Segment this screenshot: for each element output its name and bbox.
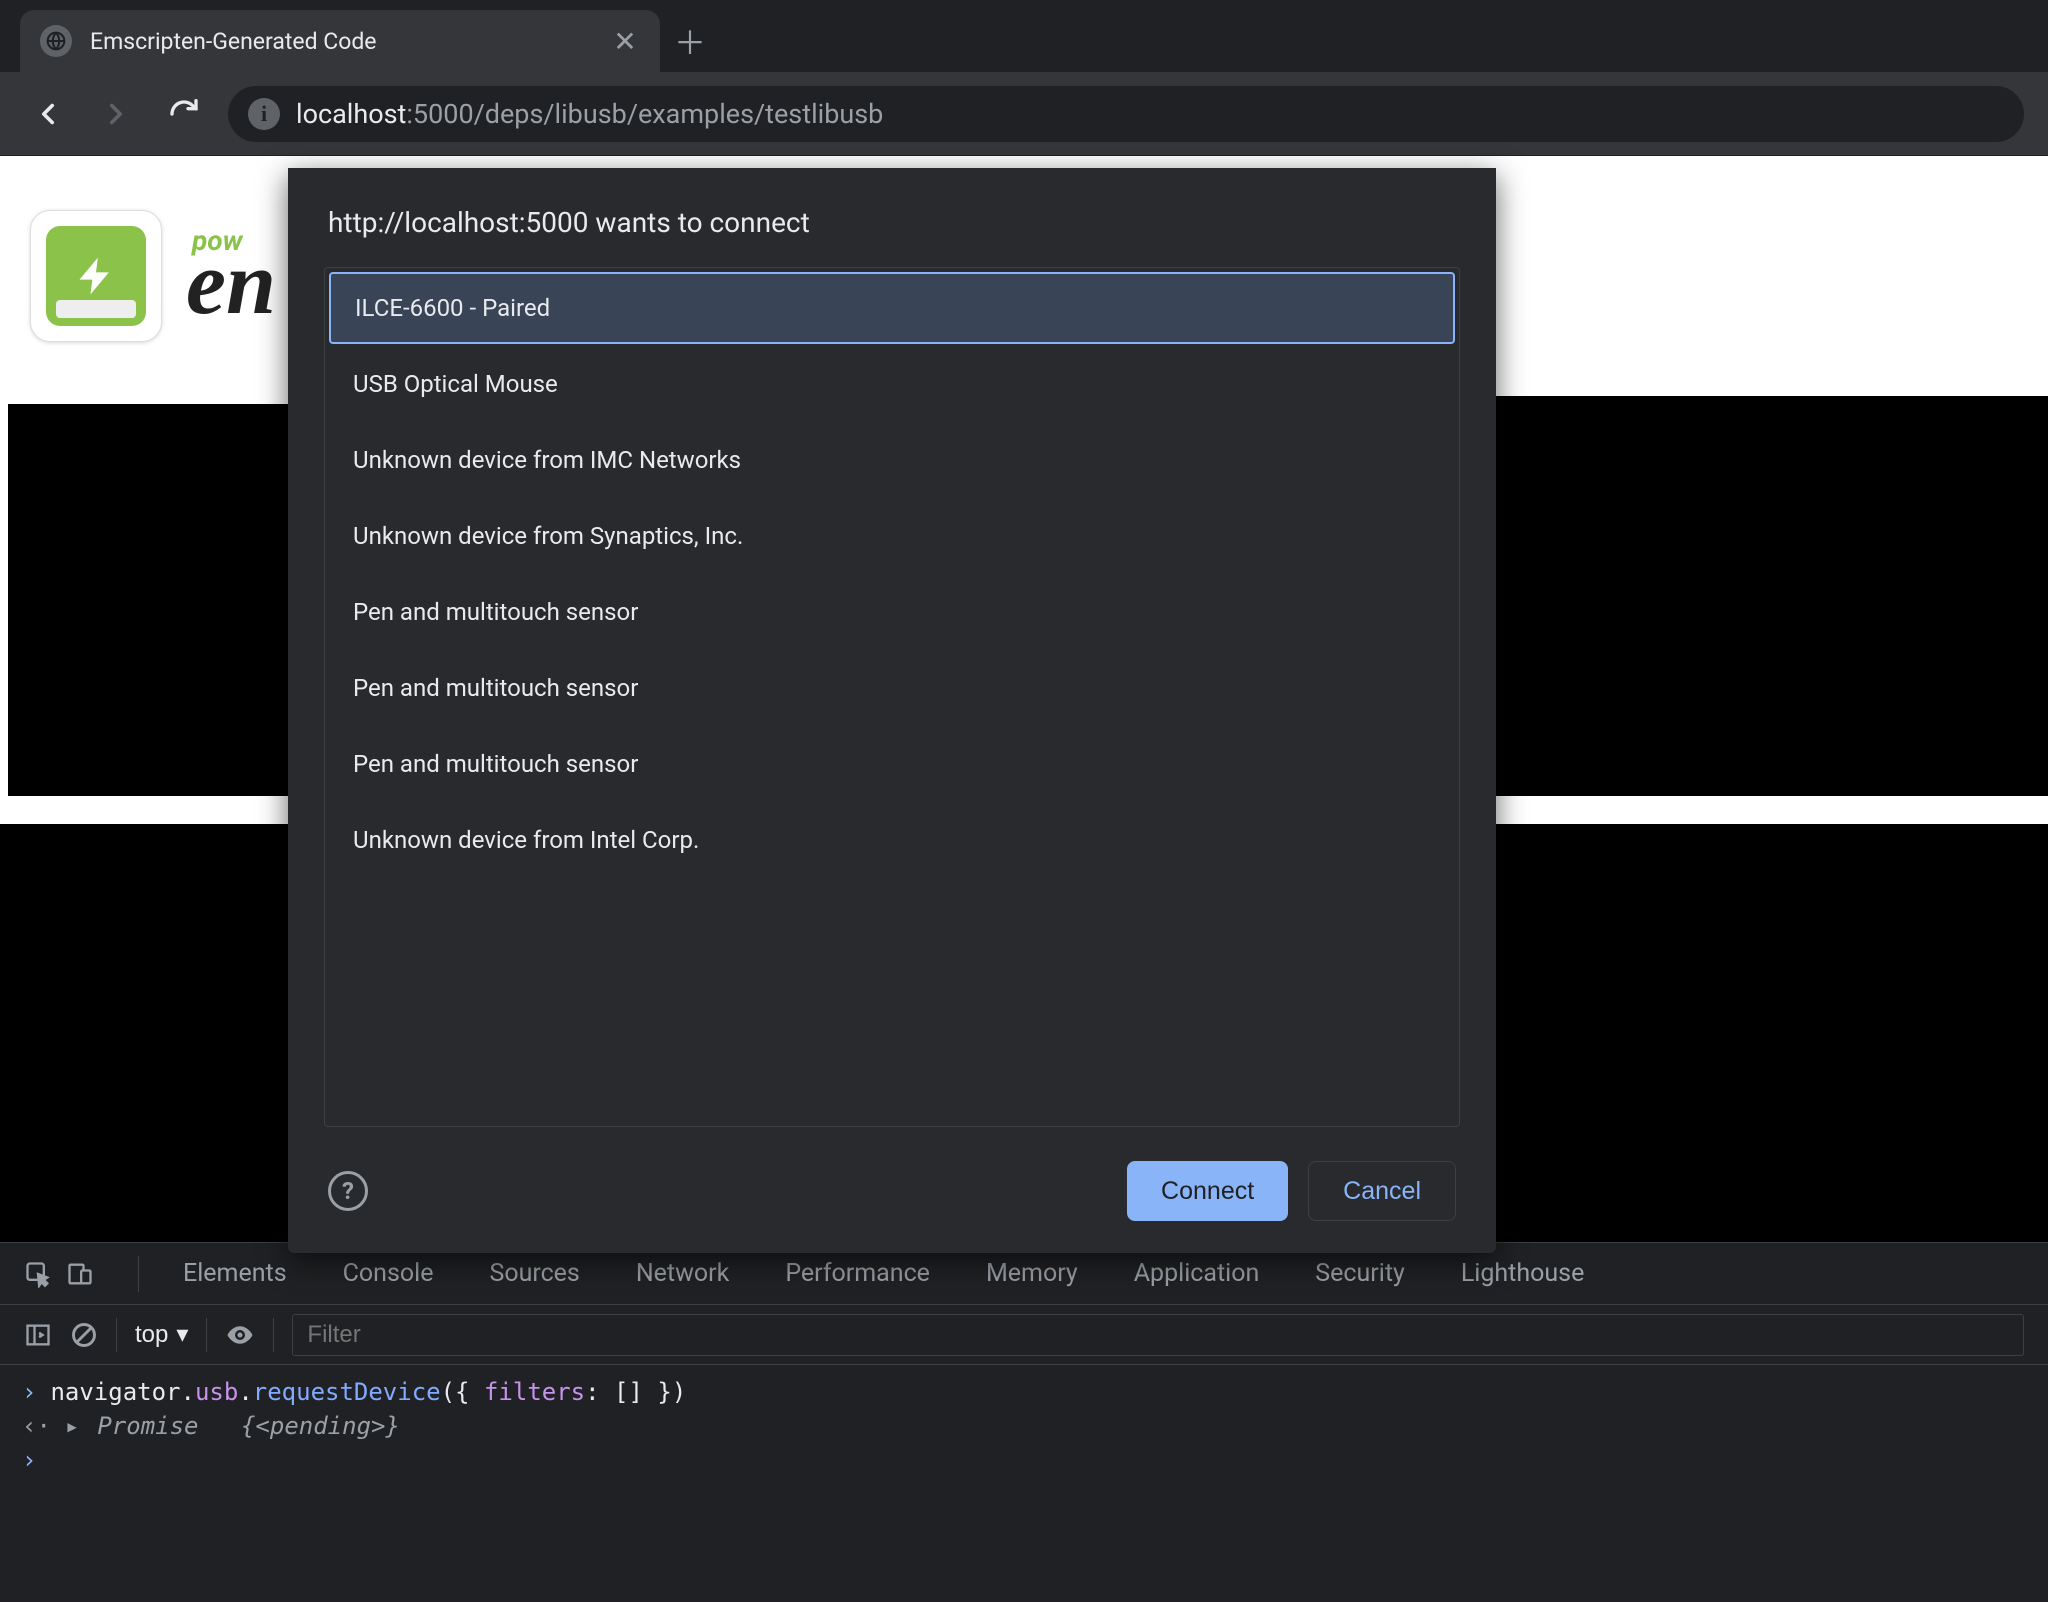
device-item[interactable]: Unknown device from Synaptics, Inc.: [325, 500, 1459, 572]
chevron-down-icon: ▾: [176, 1320, 188, 1349]
tab-title: Emscripten-Generated Code: [90, 28, 592, 55]
context-selector[interactable]: top ▾: [135, 1320, 188, 1349]
devtools-tab-elements[interactable]: Elements: [183, 1259, 287, 1288]
device-item[interactable]: Unknown device from IMC Networks: [325, 424, 1459, 496]
connect-button[interactable]: Connect: [1127, 1161, 1288, 1221]
browser-tab[interactable]: Emscripten-Generated Code ✕: [20, 10, 660, 72]
devtools-tab-console[interactable]: Console: [343, 1259, 434, 1288]
live-expression-icon[interactable]: [225, 1320, 255, 1350]
tab-strip: Emscripten-Generated Code ✕ ＋: [0, 0, 2048, 72]
new-tab-button[interactable]: ＋: [660, 10, 720, 72]
devtools-tab-memory[interactable]: Memory: [986, 1259, 1078, 1288]
filter-input[interactable]: [292, 1314, 2024, 1356]
device-item[interactable]: Pen and multitouch sensor: [325, 652, 1459, 724]
help-icon[interactable]: ?: [328, 1171, 368, 1211]
cancel-button[interactable]: Cancel: [1308, 1161, 1456, 1221]
site-info-icon[interactable]: i: [248, 98, 280, 130]
emscripten-logo: [30, 210, 162, 342]
devtools-tab-lighthouse[interactable]: Lighthouse: [1461, 1259, 1585, 1288]
clear-console-icon[interactable]: [70, 1321, 98, 1349]
globe-icon: [40, 25, 72, 57]
input-chevron-icon: ›: [22, 1446, 36, 1474]
devtools-tab-security[interactable]: Security: [1315, 1259, 1405, 1288]
devtools-tab-network[interactable]: Network: [636, 1259, 729, 1288]
device-item[interactable]: ILCE-6600 - Paired: [329, 272, 1455, 344]
dialog-title: http://localhost:5000 wants to connect: [288, 168, 1496, 267]
device-item[interactable]: Pen and multitouch sensor: [325, 576, 1459, 648]
device-list: ILCE-6600 - PairedUSB Optical MouseUnkno…: [324, 267, 1460, 1127]
console-input-line: › navigator.usb.requestDevice({ filters:…: [22, 1375, 2026, 1409]
back-button[interactable]: [24, 90, 72, 138]
console-result-line: ‹· ▸ Promise {<pending>}: [22, 1409, 2026, 1443]
address-bar[interactable]: i localhost:5000/deps/libusb/examples/te…: [228, 86, 2024, 142]
device-toggle-icon[interactable]: [66, 1260, 94, 1288]
devtools-panel: Elements Console Sources Network Performance…: [0, 1242, 2048, 1602]
forward-button[interactable]: [92, 90, 140, 138]
device-item[interactable]: USB Optical Mouse: [325, 348, 1459, 420]
console-output: › navigator.usb.requestDevice({ filters:…: [0, 1365, 2048, 1487]
logo-text: en: [186, 234, 276, 333]
close-tab-icon[interactable]: ✕: [610, 25, 640, 58]
device-item[interactable]: Pen and multitouch sensor: [325, 728, 1459, 800]
console-prompt[interactable]: ›: [22, 1443, 2026, 1477]
console-filterbar: top ▾: [0, 1305, 2048, 1365]
usb-permission-dialog: http://localhost:5000 wants to connect I…: [288, 168, 1496, 1253]
devtools-tab-application[interactable]: Application: [1134, 1259, 1260, 1288]
reload-button[interactable]: [160, 90, 208, 138]
url-text: localhost:5000/deps/libusb/examples/test…: [296, 98, 883, 130]
input-chevron-icon: ›: [22, 1378, 36, 1406]
bolt-icon: [46, 226, 146, 326]
inspect-icon[interactable]: [24, 1260, 52, 1288]
sidebar-toggle-icon[interactable]: [24, 1321, 52, 1349]
devtools-tab-sources[interactable]: Sources: [489, 1259, 579, 1288]
device-item[interactable]: Unknown device from Intel Corp.: [325, 804, 1459, 876]
browser-toolbar: i localhost:5000/deps/libusb/examples/te…: [0, 72, 2048, 156]
devtools-tab-performance[interactable]: Performance: [785, 1259, 930, 1288]
expand-caret-icon[interactable]: ▸: [65, 1412, 79, 1440]
output-chevron-icon: ‹·: [22, 1412, 51, 1440]
